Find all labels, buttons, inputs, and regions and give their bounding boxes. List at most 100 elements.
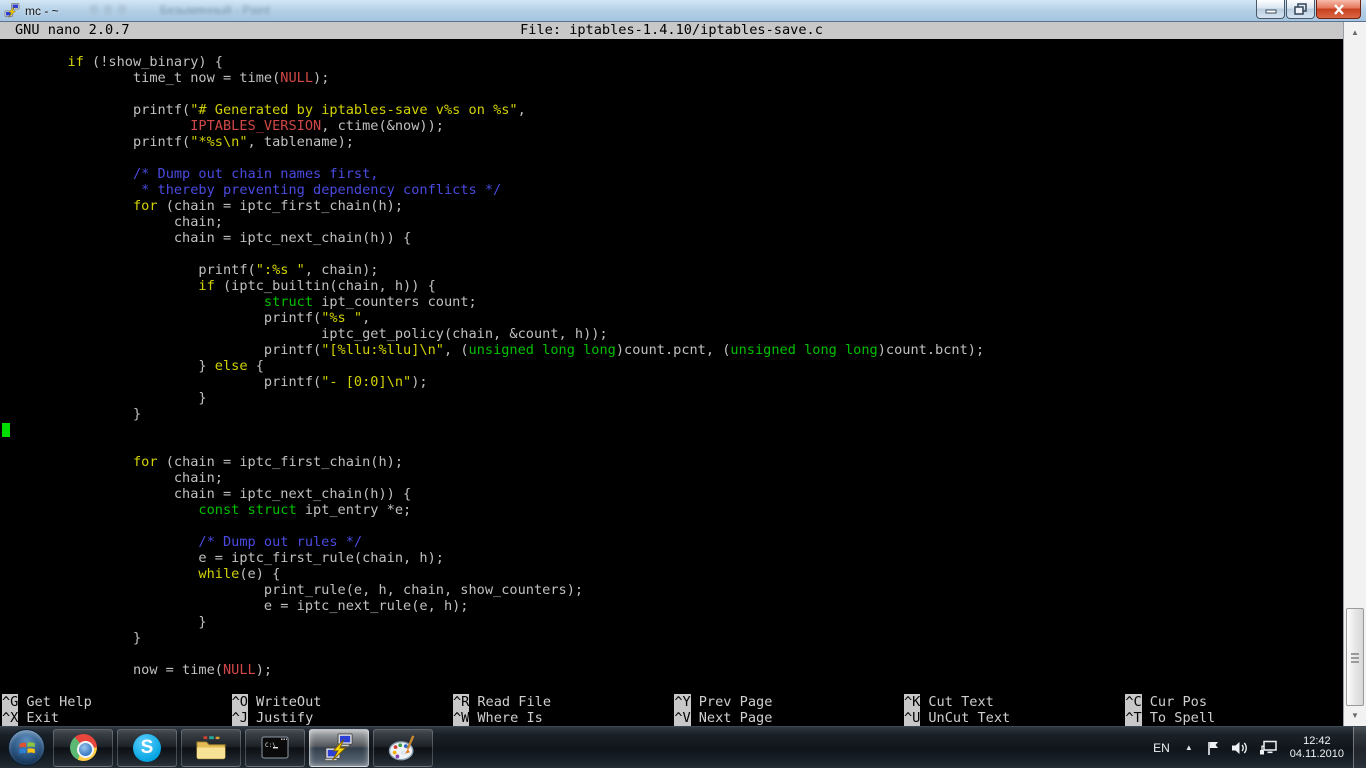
shortcut-label: Prev Page	[699, 694, 773, 710]
code-line: }	[2, 614, 1343, 630]
code-line: for (chain = iptc_first_chain(h);	[2, 454, 1343, 470]
code-line: IPTABLES_VERSION, ctime(&now));	[2, 118, 1343, 134]
start-button[interactable]	[0, 727, 52, 768]
scroll-up-arrow-icon[interactable]: ▲	[1344, 24, 1366, 41]
shortcut-key: ^Y	[674, 694, 690, 710]
scrollbar-grip	[1351, 653, 1359, 655]
code-line	[2, 518, 1343, 534]
shortcut-row-2: ^XExit^J Justify ^W Where Is ^V Next Page ^UUn…	[2, 710, 1343, 726]
code-line: }	[2, 390, 1343, 406]
volume-icon[interactable]	[1226, 740, 1254, 756]
code-line: chain = iptc_next_chain(h)) {	[2, 230, 1343, 246]
background-window-title: Безымянный - Paint	[160, 3, 270, 17]
explorer-icon	[196, 733, 226, 763]
putty-terminal[interactable]: GNU nano 2.0.7 File: iptables-1.4.10/ipt…	[0, 22, 1343, 726]
code-line: } else {	[2, 358, 1343, 374]
tray-expand-arrow-icon[interactable]: ▲	[1178, 743, 1200, 752]
scrollbar-thumb[interactable]	[1346, 608, 1364, 706]
shortcut-key: ^O	[232, 694, 248, 710]
code-area[interactable]: if (!show_binary) { time_t now = time(NU…	[2, 54, 1343, 678]
code-line	[2, 246, 1343, 262]
shortcut-row-1: ^GGet Help^OWriteOut^RRead File^Y Prev Pa…	[2, 694, 1343, 710]
clock[interactable]: 12:42 04.11.2010	[1282, 735, 1353, 761]
restore-button[interactable]	[1286, 0, 1315, 19]
nano-title-bar: GNU nano 2.0.7 File: iptables-1.4.10/ipt…	[0, 22, 1343, 39]
show-desktop-button[interactable]	[1353, 727, 1366, 768]
code-line: iptc_get_policy(chain, &count, h));	[2, 326, 1343, 342]
minimize-button[interactable]	[1256, 0, 1285, 19]
scroll-down-arrow-icon[interactable]: ▼	[1344, 707, 1366, 724]
code-line: printf("%s ",	[2, 310, 1343, 326]
nano-shortcut[interactable]: ^Y Prev Page	[674, 694, 904, 710]
code-line: print_rule(e, h, chain, show_counters);	[2, 582, 1343, 598]
code-line	[2, 438, 1343, 454]
nano-shortcut[interactable]: ^UUnCut Text	[904, 710, 1125, 726]
taskbar-button-cmd[interactable]: C:\	[245, 729, 305, 767]
cmd-icon: C:\	[260, 733, 290, 763]
code-line: chain = iptc_next_chain(h)) {	[2, 486, 1343, 502]
chrome-icon	[70, 734, 97, 761]
code-line	[2, 646, 1343, 662]
nano-version: GNU nano 2.0.7	[15, 22, 130, 39]
language-indicator[interactable]: EN	[1145, 741, 1178, 755]
shortcut-key: ^K	[904, 694, 920, 710]
shortcut-key: ^W	[453, 710, 469, 726]
code-line	[2, 150, 1343, 166]
close-button[interactable]	[1316, 0, 1361, 19]
nano-shortcut[interactable]: ^RRead File	[453, 694, 674, 710]
nano-shortcut[interactable]: ^TTo Spell	[1125, 710, 1346, 726]
code-line: for (chain = iptc_first_chain(h);	[2, 198, 1343, 214]
desktop: ALL- FREE LOAD .NET GNU nano 2.0.7 File:…	[0, 0, 1366, 768]
taskbar-button-putty[interactable]	[309, 729, 369, 767]
system-tray: EN ▲ 12:42 04.11.2010	[1145, 727, 1366, 768]
code-line	[2, 86, 1343, 102]
shortcut-label: Cut Text	[928, 694, 993, 710]
network-icon[interactable]	[1254, 740, 1282, 756]
nano-shortcut[interactable]: ^W Where Is	[453, 710, 674, 726]
code-line: chain;	[2, 470, 1343, 486]
windows-logo-icon	[8, 729, 45, 766]
code-line: now = time(NULL);	[2, 662, 1343, 678]
shortcut-label: UnCut Text	[928, 710, 1010, 726]
paint-icon	[388, 733, 418, 763]
code-line: while(e) {	[2, 566, 1343, 582]
nano-shortcut-bar: ^GGet Help^OWriteOut^RRead File^Y Prev Pa…	[2, 694, 1343, 726]
code-line: struct ipt_counters count;	[2, 294, 1343, 310]
code-line: const struct ipt_entry *e;	[2, 502, 1343, 518]
nano-shortcut[interactable]: ^K Cut Text	[904, 694, 1125, 710]
shortcut-label: Read File	[477, 694, 551, 710]
code-line: e = iptc_next_rule(e, h);	[2, 598, 1343, 614]
shortcut-label: Next Page	[699, 710, 773, 726]
taskbar: S C:\ EN ▲ 12:42 04.11.2010	[0, 726, 1366, 768]
nano-shortcut[interactable]: ^CCur Pos	[1125, 694, 1346, 710]
nano-shortcut[interactable]: ^J Justify	[232, 710, 453, 726]
code-line: * thereby preventing dependency conflict…	[2, 182, 1343, 198]
nano-shortcut[interactable]: ^GGet Help	[2, 694, 232, 710]
scrollbar[interactable]: ▲ ▼	[1343, 22, 1366, 726]
restore-icon	[1294, 3, 1307, 15]
shortcut-key: ^J	[232, 710, 248, 726]
code-line: /* Dump out rules */	[2, 534, 1343, 550]
taskbar-button-paint[interactable]	[373, 729, 433, 767]
window-titlebar[interactable]: mc - ~ Безымянный - Paint	[0, 0, 1366, 22]
shortcut-key: ^C	[1125, 694, 1141, 710]
nano-shortcut[interactable]: ^XExit	[2, 710, 232, 726]
taskbar-button-skype[interactable]: S	[117, 729, 177, 767]
code-line: printf("# Generated by iptables-save v%s…	[2, 102, 1343, 118]
shortcut-label: Where Is	[477, 710, 542, 726]
code-line: e = iptc_first_rule(chain, h);	[2, 550, 1343, 566]
action-center-flag-icon[interactable]	[1200, 740, 1226, 756]
close-icon	[1333, 4, 1345, 15]
code-line: chain;	[2, 214, 1343, 230]
taskbar-button-chrome[interactable]	[53, 729, 113, 767]
taskbar-button-explorer[interactable]	[181, 729, 241, 767]
code-line: /* Dump out chain names first,	[2, 166, 1343, 182]
code-line	[2, 422, 1343, 438]
shortcut-key: ^T	[1125, 710, 1141, 726]
window-title: mc - ~	[25, 4, 59, 18]
nano-shortcut[interactable]: ^V Next Page	[674, 710, 904, 726]
nano-shortcut[interactable]: ^OWriteOut	[232, 694, 453, 710]
shortcut-key: ^V	[674, 710, 690, 726]
shortcut-label: Justify	[256, 710, 313, 726]
tray-time: 12:42	[1290, 735, 1344, 748]
